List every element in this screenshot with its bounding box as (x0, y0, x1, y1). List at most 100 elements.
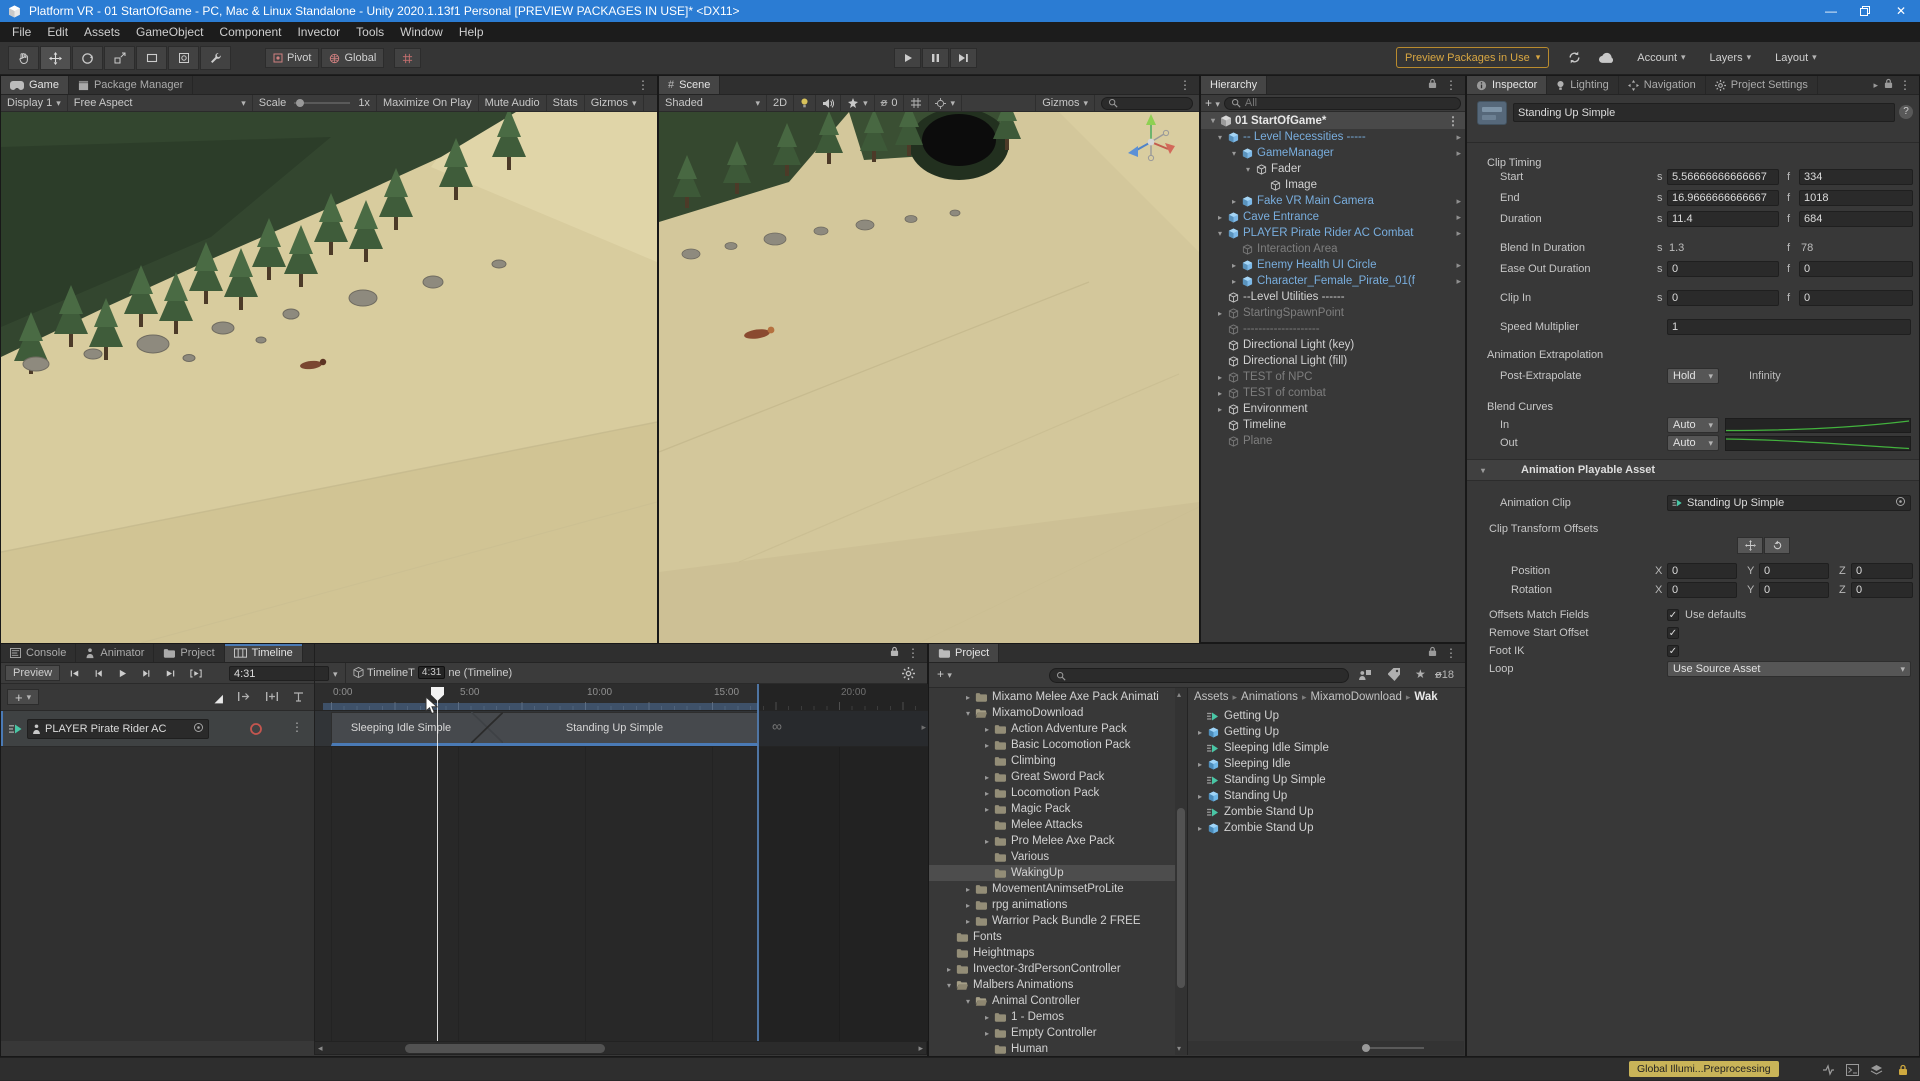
edit-mode-replace-icon[interactable] (293, 689, 304, 707)
rotation-x-field[interactable]: 0 (1667, 582, 1737, 598)
tab-project-bottom[interactable]: Project (154, 644, 224, 662)
preview-packages-dropdown[interactable]: Preview Packages in Use▾ (1396, 47, 1549, 68)
hierarchy-item[interactable]: ▾Fader (1201, 161, 1465, 177)
tab-project-settings[interactable]: Project Settings (1706, 76, 1818, 94)
project-tree-item[interactable]: Heightmaps (929, 945, 1175, 961)
close-button[interactable]: ✕ (1882, 0, 1920, 22)
menu-item-assets[interactable]: Assets (76, 22, 128, 42)
project-tree-item[interactable]: ▸Warrior Pack Bundle 2 FREE (929, 913, 1175, 929)
pivot-toggle-button[interactable]: Pivot (265, 48, 319, 68)
tree-scroll-up-icon[interactable]: ▴ (1177, 690, 1181, 699)
object-name-field[interactable]: Standing Up Simple (1513, 103, 1895, 122)
minimize-button[interactable]: — (1814, 0, 1848, 22)
project-tree-item[interactable]: ▸Mixamo Melee Axe Pack Animati (929, 689, 1175, 705)
timeline-lane-body[interactable] (314, 747, 929, 1041)
foldout-arrow-icon[interactable]: ▸ (962, 901, 974, 910)
scale-slider-track[interactable] (294, 102, 350, 104)
duration-seconds-field[interactable]: 11.4 (1667, 211, 1779, 227)
mute-audio-toggle[interactable]: Mute Audio (479, 95, 547, 111)
breadcrumb-item[interactable]: Assets (1194, 691, 1229, 703)
hierarchy-item[interactable]: ▸StartingSpawnPoint (1201, 305, 1465, 321)
status-activity-icon[interactable] (1822, 1063, 1835, 1081)
hierarchy-item[interactable]: ▾-- Level Necessities -----▸ (1201, 129, 1465, 145)
end-frames-field[interactable]: 1018 (1799, 190, 1913, 206)
foldout-arrow-icon[interactable]: ▾ (1214, 133, 1226, 142)
offset-move-button[interactable] (1737, 537, 1763, 554)
hierarchy-item[interactable]: ▸TEST of NPC (1201, 369, 1465, 385)
project-tree-item[interactable]: ▾Animal Controller (929, 993, 1175, 1009)
foldout-arrow-icon[interactable]: ▸ (981, 837, 993, 846)
hierarchy-item[interactable]: ▸Character_Female_Pirate_01(f▸ (1201, 273, 1465, 289)
shading-mode-dropdown[interactable]: Shaded▾ (659, 95, 767, 111)
foldout-arrow-icon[interactable]: ▸ (981, 1029, 993, 1038)
project-tree-item[interactable]: Melee Attacks (929, 817, 1175, 833)
project-create-button[interactable]: + ▾ (937, 667, 952, 681)
tab-package-manager[interactable]: Package Manager (69, 76, 193, 94)
foldout-arrow-icon[interactable]: ▸ (981, 1013, 993, 1022)
tab-project[interactable]: Project (929, 644, 999, 662)
project-tree-item[interactable]: Human (929, 1041, 1175, 1055)
thumbnail-size-knob[interactable] (1362, 1044, 1370, 1052)
scale-slider[interactable]: Scale 1x (253, 95, 377, 111)
project-tree-scrollbar[interactable]: ▴ ▾ (1175, 688, 1187, 1055)
2d-toggle[interactable]: 2D (767, 95, 794, 111)
foldout-arrow-icon[interactable]: ▸ (1214, 309, 1226, 318)
object-picker-icon[interactable] (1895, 496, 1906, 510)
hierarchy-item[interactable]: ▾PLAYER Pirate Rider AC Combat▸ (1201, 225, 1465, 241)
foldout-arrow-icon[interactable]: ▸ (962, 917, 974, 926)
grid-snap-button[interactable] (394, 48, 421, 68)
project-tree-item[interactable]: Various (929, 849, 1175, 865)
game-panel-menu-icon[interactable]: ⋮ (637, 78, 649, 92)
clip-sleeping-idle[interactable]: Sleeping Idle Simple (331, 712, 471, 743)
lane-scroll-chevron-icon[interactable]: ▸ (921, 722, 926, 733)
layers-dropdown[interactable]: Layers▾ (1703, 48, 1759, 68)
add-track-button[interactable]: +▾ (7, 689, 39, 705)
foldout-arrow-icon[interactable]: ▾ (943, 981, 955, 990)
game-gizmos-dropdown[interactable]: Gizmos▾ (585, 95, 644, 111)
prefab-expand-chevron-icon[interactable]: ▸ (1456, 228, 1461, 239)
scene-snap-icon-button[interactable]: ▾ (929, 95, 962, 111)
foot-ik-checkbox[interactable]: ✓ (1667, 645, 1679, 657)
search-by-label-button[interactable] (1387, 668, 1401, 686)
offset-rotate-button[interactable] (1764, 537, 1790, 554)
stats-toggle[interactable]: Stats (547, 95, 585, 111)
foldout-arrow-icon[interactable]: ▸ (1228, 277, 1240, 286)
prev-frame-button[interactable] (87, 665, 110, 681)
loop-dropdown[interactable]: Use Source Asset▾ (1667, 661, 1911, 677)
tab-overflow-icon[interactable]: ▸ (1873, 80, 1878, 91)
start-seconds-field[interactable]: 5.56666666666667 (1667, 169, 1779, 185)
breadcrumb-item[interactable]: Wak (1414, 691, 1437, 703)
duration-frames-field[interactable]: 684 (1799, 211, 1913, 227)
curve-out-field[interactable] (1725, 436, 1911, 451)
project-tree-item[interactable]: ▸MovementAnimsetProLite (929, 881, 1175, 897)
menu-item-tools[interactable]: Tools (348, 22, 392, 42)
menu-item-gameobject[interactable]: GameObject (128, 22, 211, 42)
scene-panel-menu-icon[interactable]: ⋮ (1179, 78, 1191, 92)
curves-view-toggle[interactable]: ◢ (215, 692, 223, 705)
project-lock-icon[interactable] (1428, 644, 1437, 662)
hierarchy-search-input[interactable]: All (1224, 97, 1461, 110)
timeline-play-button[interactable] (111, 665, 134, 681)
hierarchy-create-button[interactable]: + ▾ (1205, 96, 1220, 110)
foldout-arrow-icon[interactable]: ▸ (981, 725, 993, 734)
scroll-right-arrow-icon[interactable]: ▸ (918, 1043, 923, 1054)
end-seconds-field[interactable]: 16.9666666666667 (1667, 190, 1779, 206)
goto-end-button[interactable] (159, 665, 182, 681)
scene-lighting-toggle[interactable] (794, 95, 816, 111)
foldout-arrow-icon[interactable]: ▸ (1228, 261, 1240, 270)
tab-lighting[interactable]: Lighting (1547, 76, 1619, 94)
tree-scroll-handle[interactable] (1177, 808, 1185, 988)
tree-scroll-down-icon[interactable]: ▾ (1177, 1044, 1181, 1053)
track-header-row[interactable]: PLAYER Pirate Rider AC ⋮ (1, 711, 314, 747)
curve-in-mode-dropdown[interactable]: Auto▾ (1667, 417, 1719, 433)
layout-dropdown[interactable]: Layout▾ (1768, 48, 1824, 68)
hierarchy-item[interactable]: Plane (1201, 433, 1465, 449)
hierarchy-item[interactable]: Image (1201, 177, 1465, 193)
restore-button[interactable] (1848, 0, 1882, 22)
playable-asset-header[interactable]: ▾ Animation Playable Asset (1467, 459, 1919, 481)
position-y-field[interactable]: 0 (1759, 563, 1829, 579)
scene-gizmos-dropdown[interactable]: Gizmos▾ (1035, 95, 1095, 111)
foldout-arrow-icon[interactable]: ▾ (1242, 165, 1254, 174)
clip-in-frames-field[interactable]: 0 (1799, 290, 1913, 306)
animation-clip-object-field[interactable]: Standing Up Simple (1667, 495, 1911, 511)
